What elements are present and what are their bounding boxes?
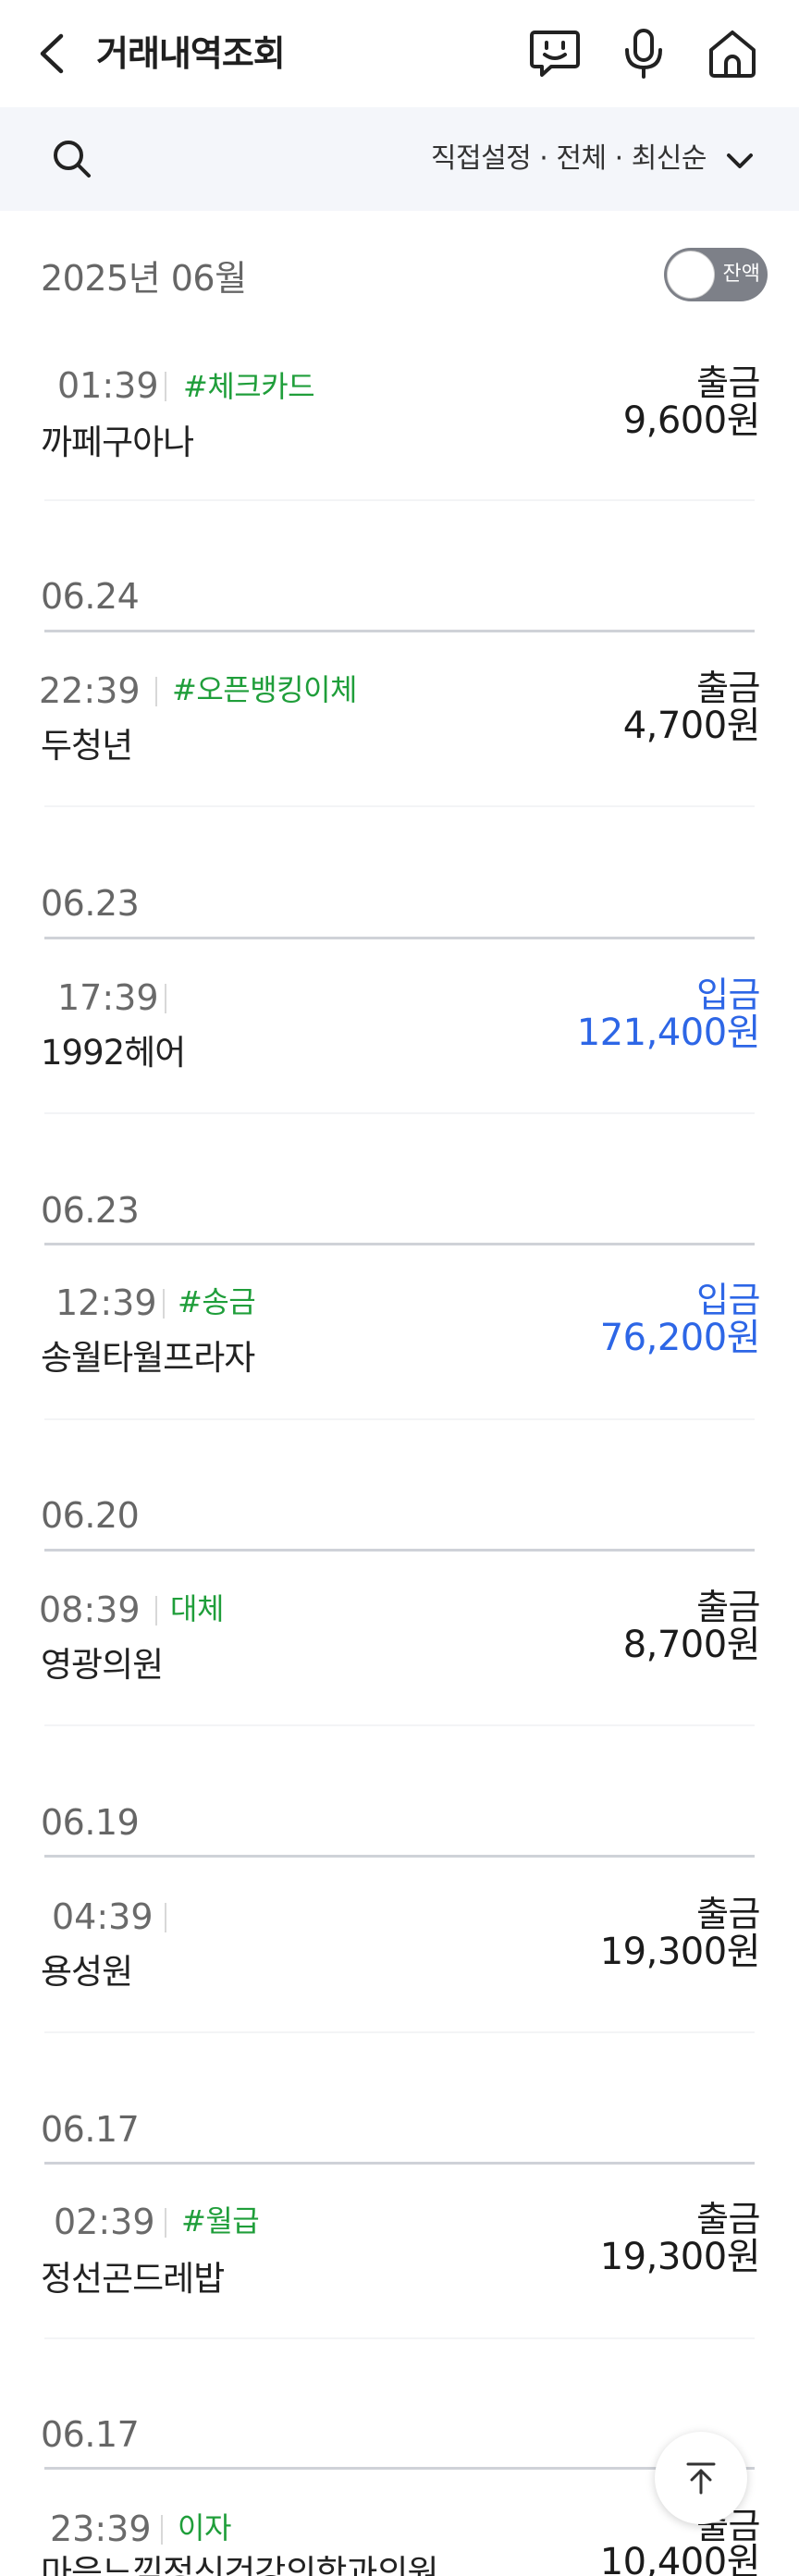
- transaction-amount: 8,700원: [622, 1624, 761, 1666]
- transaction-amount: 9,600원: [622, 399, 761, 442]
- date-divider: [44, 630, 755, 632]
- transaction-type: 출금: [696, 362, 760, 403]
- search-icon: [54, 141, 91, 178]
- date-header: 06.20: [41, 1495, 140, 1536]
- arrow-up-icon: [686, 2462, 716, 2495]
- month-label: 2025년 06월: [41, 258, 247, 299]
- transaction-name[interactable]: 영광의원: [41, 1642, 164, 1688]
- transaction-type: 출금: [696, 1894, 760, 1934]
- date-header: 06.17: [41, 2414, 140, 2455]
- row-separator: [44, 499, 755, 501]
- date-header: 06.19: [41, 1802, 140, 1843]
- date-divider: [44, 937, 755, 939]
- microphone-icon: [625, 29, 662, 79]
- scroll-to-top-button[interactable]: [655, 2432, 747, 2524]
- transaction-type: 출금: [696, 1587, 760, 1627]
- row-separator: [44, 2337, 755, 2339]
- back-arrow-icon: [40, 33, 64, 74]
- date-divider: [44, 1243, 755, 1245]
- transaction-time: 17:39: [57, 977, 159, 1018]
- transaction-time: 04:39: [52, 1896, 154, 1937]
- date-header: 06.17: [41, 2109, 140, 2150]
- row-separator: [44, 1418, 755, 1420]
- row-separator: [44, 1112, 755, 1114]
- transaction-type: 출금: [696, 668, 760, 708]
- transaction-amount: 4,700원: [622, 705, 761, 747]
- transaction-name[interactable]: 마음느낌정신건강의학과의원: [41, 2550, 439, 2576]
- app-header: 거래내역조회: [0, 0, 799, 107]
- balance-toggle[interactable]: 잔액: [664, 248, 768, 301]
- row-separator: [44, 805, 755, 807]
- chevron-down-icon: [727, 153, 753, 168]
- divider: [155, 677, 157, 706]
- transaction-time: 01:39: [57, 365, 159, 406]
- voice-search-button[interactable]: [616, 26, 671, 81]
- transaction-amount: 121,400원: [576, 1012, 761, 1054]
- transaction-type: 출금: [696, 2199, 760, 2239]
- transaction-time: 23:39: [50, 2509, 152, 2549]
- date-divider: [44, 2467, 755, 2470]
- divider: [165, 984, 166, 1013]
- date-divider: [44, 1549, 755, 1552]
- divider: [155, 1596, 157, 1625]
- transaction-tag: 이자: [178, 2510, 231, 2545]
- row-separator: [44, 1724, 755, 1726]
- date-divider: [44, 1855, 755, 1858]
- back-button[interactable]: [37, 28, 74, 80]
- transaction-name[interactable]: 송월타월프라자: [41, 1335, 255, 1381]
- date-header: 06.24: [41, 576, 140, 617]
- transaction-tag: 대체: [170, 1591, 224, 1626]
- divider: [165, 2208, 166, 2238]
- transaction-amount: 19,300원: [599, 2236, 761, 2278]
- transaction-tag: #오픈뱅킹이체: [172, 672, 357, 707]
- row-separator: [44, 2031, 755, 2033]
- transaction-name[interactable]: 정선곤드레밥: [41, 2256, 225, 2302]
- chatbot-button[interactable]: [527, 26, 583, 81]
- transaction-amount: 76,200원: [599, 1317, 761, 1359]
- divider: [165, 372, 166, 401]
- transaction-tag: #송금: [178, 1284, 256, 1319]
- transaction-type: 입금: [696, 1280, 760, 1320]
- transaction-name[interactable]: 1992헤어: [41, 1030, 186, 1076]
- divider: [165, 1903, 166, 1932]
- transaction-name[interactable]: 용성원: [41, 1949, 133, 1995]
- transaction-tag: #체크카드: [183, 369, 315, 404]
- transaction-name[interactable]: 두청년: [41, 723, 133, 769]
- divider: [161, 2515, 163, 2545]
- page-title: 거래내역조회: [96, 33, 286, 74]
- home-icon: [709, 31, 756, 78]
- transaction-time: 08:39: [39, 1589, 141, 1630]
- date-divider: [44, 2162, 755, 2165]
- home-button[interactable]: [705, 26, 760, 81]
- filter-dropdown[interactable]: [721, 142, 758, 179]
- divider: [163, 1289, 165, 1319]
- date-header: 06.23: [41, 1190, 140, 1231]
- transaction-time: 02:39: [54, 2202, 155, 2242]
- balance-toggle-label: 잔액: [722, 263, 760, 286]
- date-header: 06.23: [41, 883, 140, 924]
- transaction-amount: 19,300원: [599, 1931, 761, 1973]
- transaction-time: 12:39: [55, 1282, 157, 1323]
- transaction-time: 22:39: [39, 670, 141, 711]
- transaction-tag: #월급: [181, 2203, 260, 2239]
- transaction-type: 입금: [696, 975, 760, 1015]
- transaction-name[interactable]: 까페구아나: [41, 420, 194, 466]
- toggle-knob: [667, 251, 715, 299]
- chat-bot-icon: [530, 31, 580, 77]
- filter-summary[interactable]: 직접설정 · 전체 · 최신순: [431, 139, 707, 179]
- transaction-amount: 10,400원: [599, 2541, 761, 2576]
- search-button[interactable]: [46, 131, 98, 187]
